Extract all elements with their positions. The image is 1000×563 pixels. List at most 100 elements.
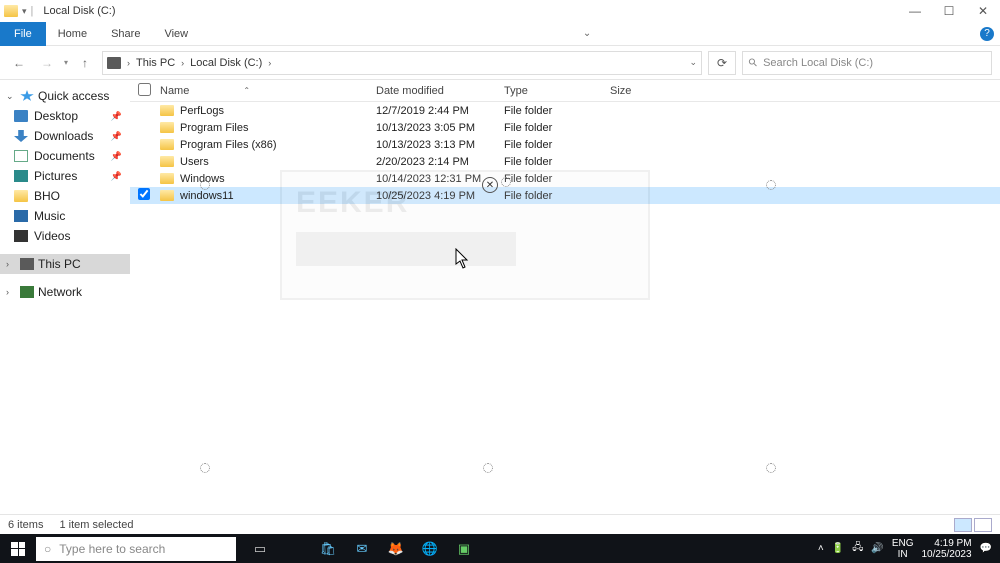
notifications-icon[interactable]: 💬: [980, 543, 992, 554]
chevron-right-icon[interactable]: ›: [6, 259, 16, 269]
ribbon-expand-icon[interactable]: ⌄: [583, 28, 591, 39]
file-type: File folder: [504, 139, 610, 151]
tray-chevron-icon[interactable]: ˄: [818, 543, 824, 554]
pin-icon: 📌: [111, 111, 122, 122]
watermark-dot: [766, 180, 776, 190]
view-details-button[interactable]: [954, 518, 972, 532]
volume-icon[interactable]: 🔊: [871, 543, 883, 554]
app-icon[interactable]: ▣: [454, 539, 474, 559]
app-icon: [4, 5, 18, 17]
chevron-right-icon[interactable]: ›: [6, 287, 16, 297]
col-name-header[interactable]: Name: [160, 85, 189, 97]
breadcrumb[interactable]: › This PC › Local Disk (C:) › ⌄: [102, 51, 702, 75]
chevron-down-icon[interactable]: ⌄: [6, 91, 16, 102]
address-dropdown-icon[interactable]: ⌄: [689, 57, 697, 68]
chevron-right-icon[interactable]: ›: [179, 58, 186, 68]
downloads-icon: [14, 130, 28, 142]
system-tray[interactable]: ˄ 🔋 🖧 🔊 ENGIN 4:19 PM10/25/2023 💬: [810, 538, 1000, 560]
file-row[interactable]: Users 2/20/2023 2:14 PM File folder: [130, 153, 1000, 170]
taskbar-search-input[interactable]: ○ Type here to search: [36, 537, 236, 561]
folder-icon: [160, 156, 174, 167]
file-row[interactable]: windows11 10/25/2023 4:19 PM File folder: [130, 187, 1000, 204]
chevron-right-icon[interactable]: ›: [266, 58, 273, 68]
file-row[interactable]: Windows 10/14/2023 12:31 PM File folder: [130, 170, 1000, 187]
sidebar-item-label: Documents: [34, 149, 95, 163]
start-button[interactable]: [0, 534, 36, 563]
file-row[interactable]: Program Files (x86) 10/13/2023 3:13 PM F…: [130, 136, 1000, 153]
taskbar-search-placeholder: Type here to search: [59, 542, 165, 556]
file-explorer-icon[interactable]: [284, 539, 304, 559]
file-list-pane[interactable]: Name ⌃ Date modified Type Size PerfLogs 1…: [130, 80, 1000, 540]
file-name: Users: [180, 156, 209, 168]
chevron-right-icon[interactable]: ›: [125, 58, 132, 68]
tab-view[interactable]: View: [152, 22, 200, 46]
maximize-button[interactable]: ☐: [932, 0, 966, 22]
file-row[interactable]: Program Files 10/13/2023 3:05 PM File fo…: [130, 119, 1000, 136]
edge-icon[interactable]: 🌐: [420, 539, 440, 559]
sidebar-item-documents[interactable]: Documents📌: [0, 146, 130, 166]
select-all-checkbox[interactable]: [138, 83, 151, 96]
sidebar-item-bho[interactable]: BHO: [0, 186, 130, 206]
tab-share[interactable]: Share: [99, 22, 152, 46]
sidebar-item-desktop[interactable]: Desktop 📌: [0, 106, 130, 126]
sidebar-item-label: Music: [34, 209, 65, 223]
sort-indicator-icon: ⌃: [243, 86, 250, 95]
firefox-icon[interactable]: 🦊: [386, 539, 406, 559]
row-checkbox[interactable]: [138, 188, 150, 200]
task-view-icon[interactable]: ▭: [250, 539, 270, 559]
minimize-button[interactable]: —: [898, 0, 932, 22]
recent-menu-icon[interactable]: ▾: [64, 58, 68, 67]
watermark-dot: [766, 463, 776, 473]
battery-icon[interactable]: 🔋: [832, 543, 844, 554]
clock[interactable]: 4:19 PM10/25/2023: [921, 538, 971, 560]
network-label: Network: [38, 285, 82, 299]
help-icon[interactable]: ?: [980, 27, 994, 41]
watermark-close-icon: ✕: [482, 177, 498, 193]
network-icon: [20, 286, 34, 298]
microsoft-store-icon[interactable]: 🛍: [318, 539, 338, 559]
sidebar-item-pictures[interactable]: Pictures📌: [0, 166, 130, 186]
search-input[interactable]: ⚲ Search Local Disk (C:): [742, 51, 992, 75]
star-icon: [20, 90, 34, 102]
sidebar-network[interactable]: › Network: [0, 282, 130, 302]
pic-icon: [14, 170, 28, 182]
forward-button[interactable]: →: [36, 52, 58, 74]
refresh-button[interactable]: ⟳: [708, 51, 736, 75]
sidebar-item-label: BHO: [34, 189, 60, 203]
file-date: 2/20/2023 2:14 PM: [376, 156, 504, 168]
crumb-thispc[interactable]: This PC: [136, 57, 175, 69]
view-large-icons-button[interactable]: [974, 518, 992, 532]
crumb-drive[interactable]: Local Disk (C:): [190, 57, 262, 69]
file-tab[interactable]: File: [0, 22, 46, 46]
language-indicator[interactable]: ENGIN: [892, 538, 914, 560]
sidebar-item-downloads[interactable]: Downloads📌: [0, 126, 130, 146]
sidebar-item-label: Desktop: [34, 109, 78, 123]
close-button[interactable]: ✕: [966, 0, 1000, 22]
network-icon[interactable]: 🖧: [852, 540, 863, 557]
drive-icon: [107, 57, 121, 69]
file-type: File folder: [504, 190, 610, 202]
address-bar: ← → ▾ ↑ › This PC › Local Disk (C:) › ⌄ …: [0, 46, 1000, 80]
file-name: Program Files: [180, 122, 248, 134]
up-button[interactable]: ↑: [74, 52, 96, 74]
window-title: Local Disk (C:): [43, 5, 115, 17]
folder-icon: [160, 105, 174, 116]
tab-home[interactable]: Home: [46, 22, 99, 46]
col-size-header[interactable]: Size: [610, 85, 690, 97]
sidebar-item-videos[interactable]: Videos: [0, 226, 130, 246]
back-button[interactable]: ←: [8, 52, 30, 74]
col-date-header[interactable]: Date modified: [376, 85, 504, 97]
sidebar-item-music[interactable]: Music: [0, 206, 130, 226]
sidebar-this-pc[interactable]: › This PC: [0, 254, 130, 274]
sidebar-quick-access[interactable]: ⌄ Quick access: [0, 86, 130, 106]
status-item-count: 6 items: [8, 519, 43, 531]
video-icon: [14, 230, 28, 242]
windows-logo-icon: [11, 542, 25, 556]
column-headers[interactable]: Name ⌃ Date modified Type Size: [130, 80, 1000, 102]
file-name: PerfLogs: [180, 105, 224, 117]
col-type-header[interactable]: Type: [504, 85, 610, 97]
quick-access-toolbar[interactable]: ▾: [22, 6, 27, 17]
file-row[interactable]: PerfLogs 12/7/2019 2:44 PM File folder: [130, 102, 1000, 119]
mail-icon[interactable]: ✉: [352, 539, 372, 559]
doc-icon: [14, 150, 28, 162]
